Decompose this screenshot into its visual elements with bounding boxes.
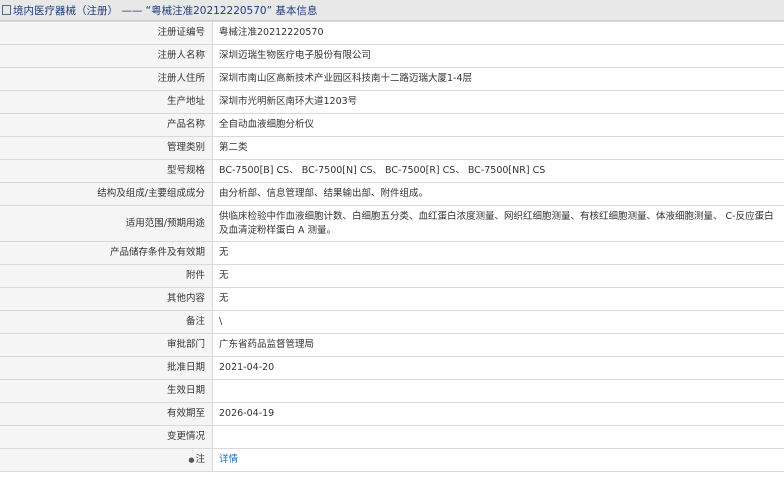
field-label: 管理类别 bbox=[0, 136, 213, 160]
field-label: 产品名称 bbox=[0, 113, 213, 137]
field-value: 无 bbox=[212, 264, 784, 288]
field-value: 2026-04-19 bbox=[212, 402, 784, 426]
field-label: 产品储存条件及有效期 bbox=[0, 241, 213, 265]
note-label-text: 注 bbox=[195, 454, 205, 465]
table-row: 注册人名称 深圳迈瑞生物医疗电子股份有限公司 bbox=[0, 44, 784, 68]
field-label: 批准日期 bbox=[0, 356, 213, 380]
note-value: 详情 bbox=[212, 448, 784, 472]
table-row: 批准日期 2021-04-20 bbox=[0, 356, 784, 380]
table-row: 适用范围/预期用途 供临床检验中作血液细胞计数、白细胞五分类、血红蛋白浓度测量、… bbox=[0, 205, 784, 242]
field-label: 生产地址 bbox=[0, 90, 213, 114]
field-value: 无 bbox=[212, 287, 784, 311]
table-row: 生效日期 bbox=[0, 379, 784, 403]
field-value: 由分析部、信息管理部、结果输出部、附件组成。 bbox=[212, 182, 784, 206]
table-row: 注册人住所 深圳市南山区高新技术产业园区科技南十二路迈瑞大厦1-4层 bbox=[0, 67, 784, 91]
details-link[interactable]: 详情 bbox=[219, 454, 238, 465]
field-label: 生效日期 bbox=[0, 379, 213, 403]
field-label: 注册人住所 bbox=[0, 67, 213, 91]
table-row: 附件 无 bbox=[0, 264, 784, 288]
note-label: ●注 bbox=[0, 448, 213, 472]
field-value: \ bbox=[212, 310, 784, 334]
dot-icon: ● bbox=[188, 456, 195, 464]
table-row: 生产地址 深圳市光明新区南环大道1203号 bbox=[0, 90, 784, 114]
document-icon bbox=[2, 5, 11, 15]
table-row: 变更情况 bbox=[0, 425, 784, 449]
field-value: 广东省药品监督管理局 bbox=[212, 333, 784, 357]
table-row: 注册证编号 粤械注准20212220570 bbox=[0, 21, 784, 45]
table-row: 结构及组成/主要组成成分 由分析部、信息管理部、结果输出部、附件组成。 bbox=[0, 182, 784, 206]
field-value: 深圳市南山区高新技术产业园区科技南十二路迈瑞大厦1-4层 bbox=[212, 67, 784, 91]
field-value: 第二类 bbox=[212, 136, 784, 160]
table-row: 备注 \ bbox=[0, 310, 784, 334]
field-value: 全自动血液细胞分析仪 bbox=[212, 113, 784, 137]
table-row: 产品名称 全自动血液细胞分析仪 bbox=[0, 113, 784, 137]
table-row: 型号规格 BC-7500[B] CS、 BC-7500[N] CS、 BC-75… bbox=[0, 159, 784, 183]
field-label: 注册证编号 bbox=[0, 21, 213, 45]
page-title: 境内医疗器械（注册） —— “粤械注准20212220570” 基本信息 bbox=[13, 4, 318, 17]
table-row: 审批部门 广东省药品监督管理局 bbox=[0, 333, 784, 357]
field-value: 无 bbox=[212, 241, 784, 265]
table-row: 产品储存条件及有效期 无 bbox=[0, 241, 784, 265]
field-value bbox=[212, 379, 784, 403]
table-row: 管理类别 第二类 bbox=[0, 136, 784, 160]
field-value: 粤械注准20212220570 bbox=[212, 21, 784, 45]
field-label: 变更情况 bbox=[0, 425, 213, 449]
table-row: 其他内容 无 bbox=[0, 287, 784, 311]
field-label: 有效期至 bbox=[0, 402, 213, 426]
field-label: 结构及组成/主要组成成分 bbox=[0, 182, 213, 206]
field-label: 审批部门 bbox=[0, 333, 213, 357]
field-value bbox=[212, 425, 784, 449]
field-value: BC-7500[B] CS、 BC-7500[N] CS、 BC-7500[R]… bbox=[212, 159, 784, 183]
field-label: 注册人名称 bbox=[0, 44, 213, 68]
table-row-note: ●注 详情 bbox=[0, 448, 784, 472]
page-title-bar: 境内医疗器械（注册） —— “粤械注准20212220570” 基本信息 bbox=[0, 0, 784, 21]
field-label: 其他内容 bbox=[0, 287, 213, 311]
field-value: 供临床检验中作血液细胞计数、白细胞五分类、血红蛋白浓度测量、网织红细胞测量、有核… bbox=[212, 205, 784, 242]
field-value: 深圳迈瑞生物医疗电子股份有限公司 bbox=[212, 44, 784, 68]
field-label: 适用范围/预期用途 bbox=[0, 205, 213, 242]
field-label: 型号规格 bbox=[0, 159, 213, 183]
field-value: 深圳市光明新区南环大道1203号 bbox=[212, 90, 784, 114]
field-label: 备注 bbox=[0, 310, 213, 334]
registration-info-table: 注册证编号 粤械注准20212220570 注册人名称 深圳迈瑞生物医疗电子股份… bbox=[0, 21, 784, 472]
field-label: 附件 bbox=[0, 264, 213, 288]
table-row: 有效期至 2026-04-19 bbox=[0, 402, 784, 426]
field-value: 2021-04-20 bbox=[212, 356, 784, 380]
